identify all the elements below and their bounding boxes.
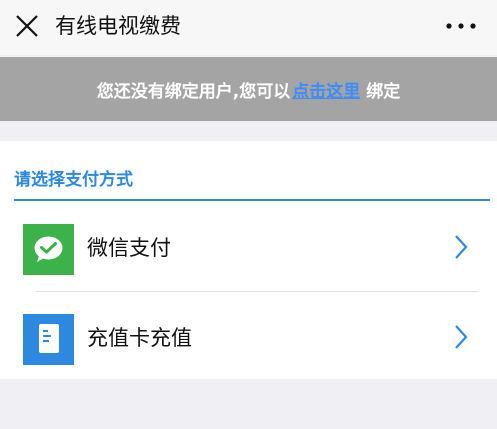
section-title: 请选择支付方式 — [14, 170, 133, 190]
payment-option-label: 微信支付 — [87, 236, 171, 260]
payment-option-recharge-card[interactable]: 充值卡充值 — [14, 293, 490, 379]
more-button[interactable] — [445, 12, 477, 40]
more-dots-icon — [446, 23, 476, 29]
payment-option-wechat[interactable]: 微信支付 — [14, 203, 490, 289]
chevron-right-icon — [455, 235, 468, 259]
wechat-pay-icon — [23, 224, 74, 275]
payment-option-label: 充值卡充值 — [87, 326, 192, 350]
banner-text: 您还没有绑定用户,您可以 — [96, 81, 291, 102]
banner-text-end: 绑定 — [366, 81, 401, 102]
payment-method-panel: 请选择支付方式 微信支付 充值卡充值 — [0, 141, 497, 379]
close-icon — [16, 15, 38, 37]
chevron-right-icon — [455, 325, 468, 349]
recharge-card-icon — [23, 314, 74, 365]
close-button[interactable] — [14, 13, 40, 39]
row-divider — [36, 291, 478, 292]
page-title: 有线电视缴费 — [55, 14, 181, 38]
bind-user-banner: 您还没有绑定用户,您可以 点击这里 绑定 — [0, 57, 497, 121]
title-bar: 有线电视缴费 — [0, 0, 497, 55]
section-divider — [14, 199, 490, 201]
bind-link[interactable]: 点击这里 — [292, 77, 360, 102]
